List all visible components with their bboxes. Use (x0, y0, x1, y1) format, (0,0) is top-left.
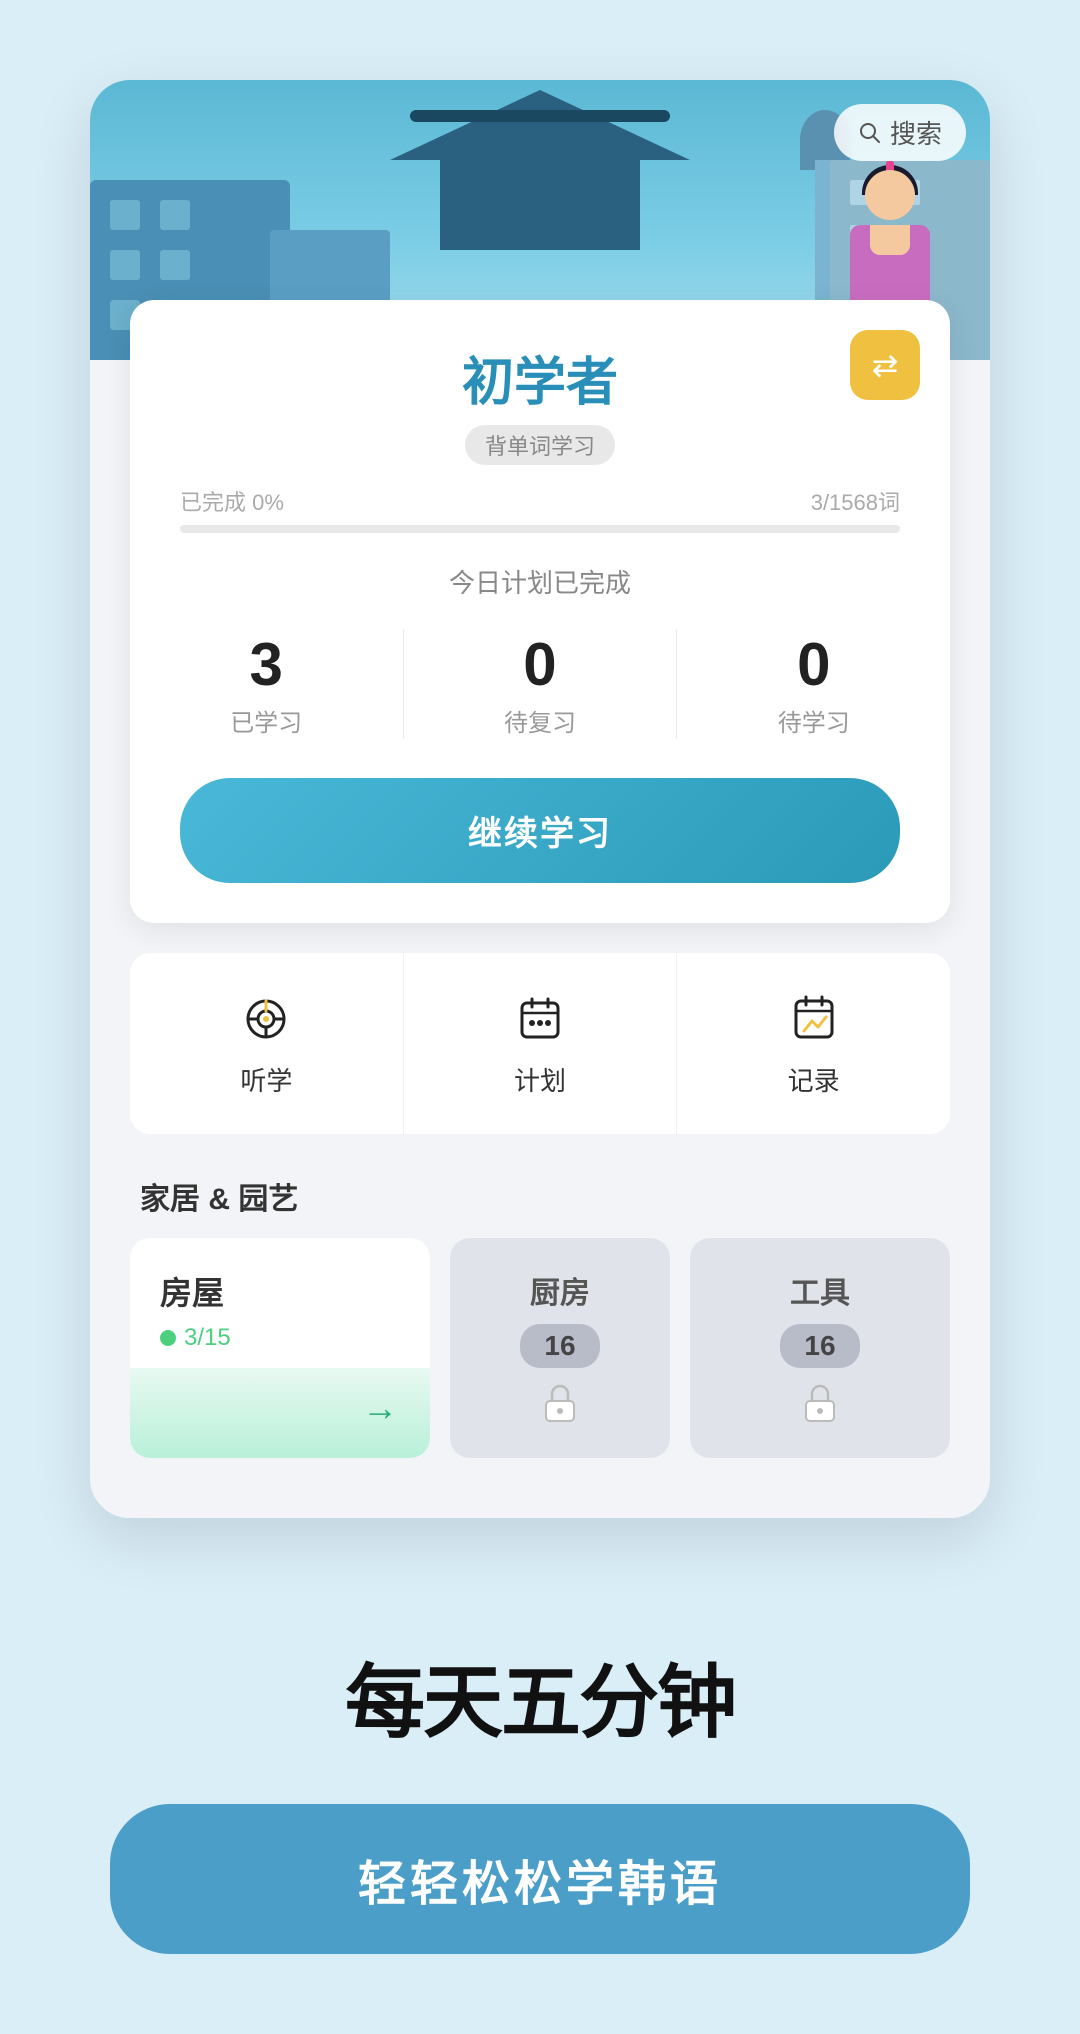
stats-row: 3 已学习 0 待复习 0 待学习 (180, 630, 900, 738)
main-content: 初学者 背单词学习 ⇄ 已完成 0% 3/1568词 今日计划已完成 (90, 300, 990, 1518)
listen-label: 听学 (240, 1061, 292, 1098)
tagline: 每天五分钟 (345, 1638, 735, 1754)
search-label: 搜索 (890, 114, 942, 151)
quick-actions: 听学 计划 (130, 953, 950, 1134)
progress-left: 已完成 0% (180, 485, 284, 517)
record-icon (784, 989, 844, 1049)
stat-pending-number: 0 (778, 630, 850, 699)
category-section-header: 家居 & 园艺 (90, 1164, 990, 1238)
cat-tools-title: 工具 (790, 1268, 850, 1312)
cat-card-tools[interactable]: 工具 16 (690, 1238, 950, 1458)
progress-row: 已完成 0% 3/1568词 (180, 485, 900, 517)
stat-review-label: 待复习 (504, 703, 576, 738)
action-listen[interactable]: 听学 (130, 953, 404, 1134)
progress-bar-bg (180, 525, 900, 533)
level-title: 初学者 (180, 340, 900, 415)
listen-icon (236, 989, 296, 1049)
cat-kitchen-title: 厨房 (530, 1268, 590, 1312)
app-card: 搜索 初学者 背单词学习 ⇄ 已完成 0% 3/1568词 (90, 80, 990, 1518)
search-icon (858, 121, 882, 145)
cat-house-title: 房屋 (160, 1268, 400, 1314)
mode-badge: 背单词学习 (465, 425, 615, 465)
action-plan[interactable]: 计划 (404, 953, 678, 1134)
stat-pending-label: 待学习 (778, 703, 850, 738)
daily-status: 今日计划已完成 (180, 563, 900, 600)
swap-icon: ⇄ (872, 346, 899, 384)
lock-icon (535, 1378, 585, 1428)
cat-house-arrow: → (350, 1378, 410, 1438)
stat-learned-label: 已学习 (230, 703, 302, 738)
stat-learned-number: 3 (230, 630, 302, 699)
lock-icon-2 (795, 1378, 845, 1428)
search-button[interactable]: 搜索 (834, 104, 966, 161)
bottom-section: 每天五分钟 轻轻松松学韩语 (0, 1578, 1080, 2034)
record-label: 记录 (788, 1061, 840, 1098)
plan-label: 计划 (514, 1061, 566, 1098)
progress-right: 3/1568词 (811, 485, 900, 517)
stat-review: 0 待复习 (504, 630, 576, 738)
app-screenshot-wrapper: 搜索 初学者 背单词学习 ⇄ 已完成 0% 3/1568词 (0, 0, 1080, 1578)
continue-button[interactable]: 继续学习 (180, 778, 900, 883)
dot-green-icon (160, 1330, 176, 1346)
stat-pending: 0 待学习 (778, 630, 850, 738)
palace-roof-body-icon (440, 150, 640, 250)
category-row: 房屋 3/15 → 厨房 16 (90, 1238, 990, 1488)
cta-button[interactable]: 轻轻松松学韩语 (110, 1804, 970, 1954)
stat-learned: 3 已学习 (230, 630, 302, 738)
action-record[interactable]: 记录 (677, 953, 950, 1134)
study-card: 初学者 背单词学习 ⇄ 已完成 0% 3/1568词 今日计划已完成 (130, 300, 950, 923)
mode-subtitle: 背单词学习 (180, 425, 900, 465)
stat-divider-2 (676, 630, 677, 738)
cat-kitchen-count: 16 (520, 1324, 599, 1368)
stat-divider-1 (403, 630, 404, 738)
lady-head-icon (865, 170, 915, 220)
cat-card-kitchen[interactable]: 厨房 16 (450, 1238, 670, 1458)
swap-button[interactable]: ⇄ (850, 330, 920, 400)
cat-house-progress-text: 3/15 (184, 1324, 231, 1352)
cat-tools-count: 16 (780, 1324, 859, 1368)
cat-card-house[interactable]: 房屋 3/15 → (130, 1238, 430, 1458)
palace-roof-icon (390, 90, 690, 250)
cat-house-progress: 3/15 (160, 1324, 400, 1352)
stat-review-number: 0 (504, 630, 576, 699)
plan-icon (510, 989, 570, 1049)
